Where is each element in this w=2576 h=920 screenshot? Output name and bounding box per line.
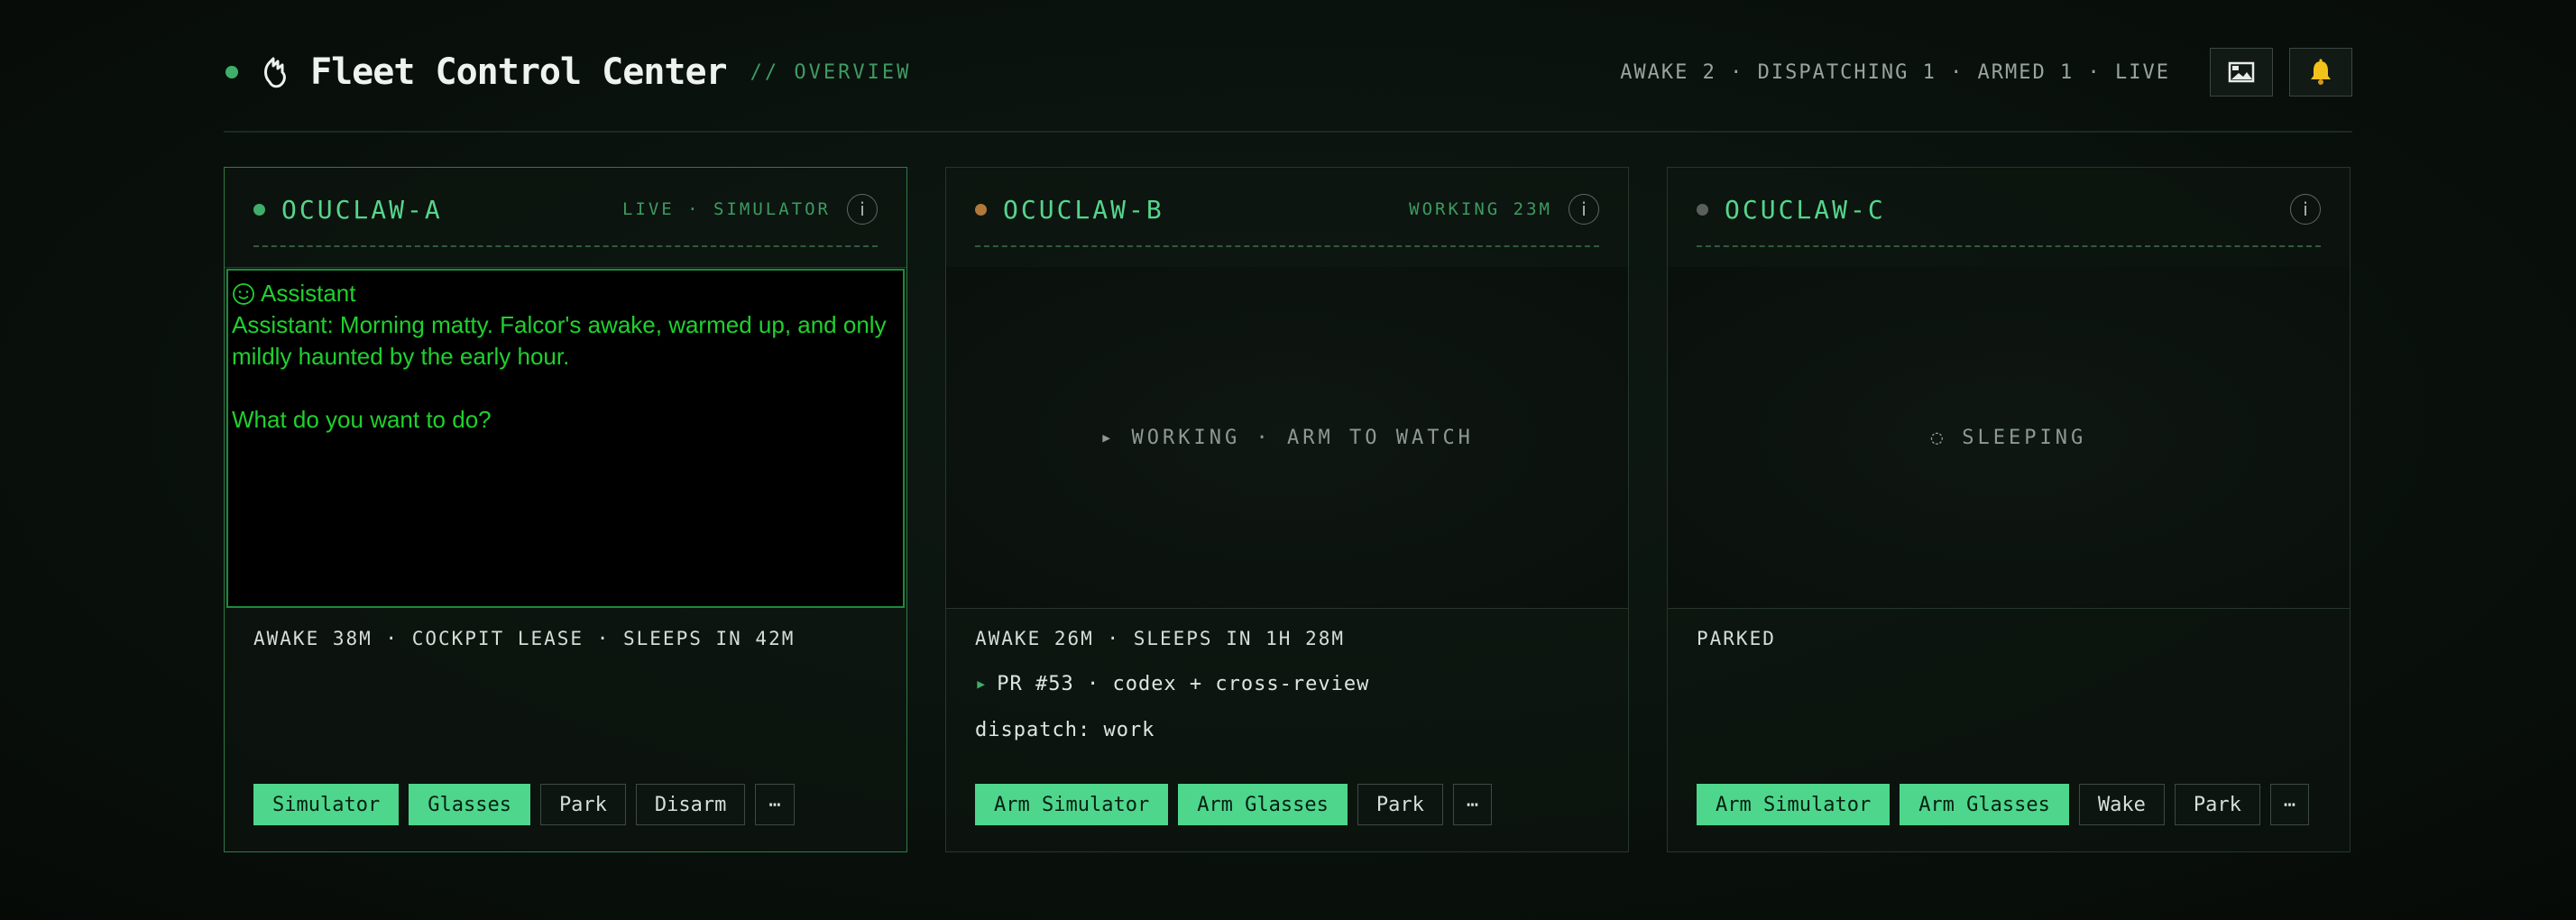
claw-logo-icon <box>262 55 292 89</box>
card-meta: LIVE · SIMULATOR <box>621 199 831 219</box>
status-dot <box>975 203 987 216</box>
glasses-button[interactable]: Glasses <box>409 784 530 825</box>
play-arrow-icon: ▸ <box>975 673 989 695</box>
assistant-terminal[interactable]: Assistant Assistant: Morning matty. Falc… <box>226 269 905 608</box>
smiley-icon <box>232 282 255 306</box>
header-divider <box>224 131 2352 133</box>
wake-button[interactable]: Wake <box>2078 784 2165 825</box>
card-meta: WORKING 23M <box>1409 199 1552 219</box>
card-title-row: OCUCLAW-B WORKING 23M i <box>975 189 1599 247</box>
more-options-button[interactable]: ⋯ <box>2269 784 2310 825</box>
page-header: Fleet Control Center // OVERVIEW AWAKE 2… <box>224 41 2352 103</box>
viewport-status: ▸ WORKING · ARM TO WATCH <box>1100 426 1474 449</box>
arm-simulator-button[interactable]: Arm Simulator <box>1697 784 1891 825</box>
card-status-line: PARKED <box>1697 628 1776 649</box>
info-icon: i <box>2303 198 2308 220</box>
gallery-button[interactable] <box>2210 48 2273 97</box>
simulator-button[interactable]: Simulator <box>253 784 400 825</box>
image-icon <box>2228 61 2255 83</box>
page-title: Fleet Control Center <box>310 51 728 93</box>
fleet-status-summary: AWAKE 2 · DISPATCHING 1 · ARMED 1 · LIVE <box>1620 60 2170 84</box>
camera-viewport[interactable]: ▸ WORKING · ARM TO WATCH <box>946 267 1628 609</box>
arm-glasses-button[interactable]: Arm Glasses <box>1900 784 2069 825</box>
card-header: OCUCLAW-B WORKING 23M i <box>946 168 1628 268</box>
info-button[interactable]: i <box>847 194 878 225</box>
disarm-button[interactable]: Disarm <box>635 784 746 825</box>
bell-icon <box>2308 59 2333 86</box>
robot-card-ocuclaw-c: OCUCLAW-C i ◌ SLEEPING PARKED Arm Simula… <box>1667 167 2351 852</box>
card-body: AWAKE 38M · COCKPIT LEASE · SLEEPS IN 42… <box>253 628 878 649</box>
terminal-role-row: Assistant <box>232 278 899 309</box>
info-button[interactable]: i <box>2290 194 2321 225</box>
park-button[interactable]: Park <box>1357 784 1443 825</box>
terminal-message: Assistant: Morning matty. Falcor's awake… <box>232 311 893 370</box>
info-icon: i <box>1581 198 1587 220</box>
park-button[interactable]: Park <box>539 784 626 825</box>
card-header: OCUCLAW-A LIVE · SIMULATOR i <box>225 168 906 268</box>
fleet-dashboard: Fleet Control Center // OVERVIEW AWAKE 2… <box>224 0 2352 920</box>
card-header: OCUCLAW-C i <box>1668 168 2350 268</box>
card-name: OCUCLAW-B <box>1003 194 1164 225</box>
park-button[interactable]: Park <box>2174 784 2260 825</box>
card-body: PARKED <box>1697 628 2321 649</box>
arm-simulator-button[interactable]: Arm Simulator <box>975 784 1169 825</box>
terminal-role: Assistant <box>261 280 356 307</box>
info-icon: i <box>860 198 865 220</box>
card-actions: Arm Simulator Arm Glasses Park ⋯ <box>975 784 1502 825</box>
card-actions: Simulator Glasses Park Disarm ⋯ <box>253 784 805 825</box>
live-status-dot <box>225 66 238 78</box>
notifications-button[interactable] <box>2289 48 2352 97</box>
card-status-line: AWAKE 26M · SLEEPS IN 1H 28M <box>975 628 1346 649</box>
more-options-button[interactable]: ⋯ <box>755 784 795 825</box>
page-subtitle: // OVERVIEW <box>750 60 912 84</box>
card-body: AWAKE 26M · SLEEPS IN 1H 28M ▸ PR #53 · c… <box>975 628 1599 741</box>
status-dot <box>253 203 265 216</box>
card-title-row: OCUCLAW-C i <box>1697 189 2321 247</box>
info-button[interactable]: i <box>1569 194 1599 225</box>
camera-viewport[interactable]: ◌ SLEEPING <box>1668 267 2350 609</box>
terminal-question: What do you want to do? <box>232 406 492 433</box>
arm-glasses-button[interactable]: Arm Glasses <box>1178 784 1348 825</box>
card-title-row: OCUCLAW-A LIVE · SIMULATOR i <box>253 189 878 247</box>
more-options-button[interactable]: ⋯ <box>1452 784 1493 825</box>
status-dot <box>1697 203 1708 216</box>
card-name: OCUCLAW-A <box>281 194 443 225</box>
robot-card-ocuclaw-b: OCUCLAW-B WORKING 23M i ▸ WORKING · ARM … <box>945 167 1629 852</box>
card-actions: Arm Simulator Arm Glasses Wake Park ⋯ <box>1697 784 2319 825</box>
card-name: OCUCLAW-C <box>1725 194 1886 225</box>
robot-card-ocuclaw-a: OCUCLAW-A LIVE · SIMULATOR i Assistant A… <box>224 167 907 852</box>
card-status-line: AWAKE 38M · COCKPIT LEASE · SLEEPS IN 42… <box>253 628 796 649</box>
task-text: PR #53 · codex + cross-review <box>997 673 1370 695</box>
viewport-status: ◌ SLEEPING <box>1930 426 2087 449</box>
dispatch-line: dispatch: work <box>975 719 1155 741</box>
header-right: AWAKE 2 · DISPATCHING 1 · ARMED 1 · LIVE <box>1620 48 2352 97</box>
task-line: ▸ PR #53 · codex + cross-review <box>975 673 1599 695</box>
